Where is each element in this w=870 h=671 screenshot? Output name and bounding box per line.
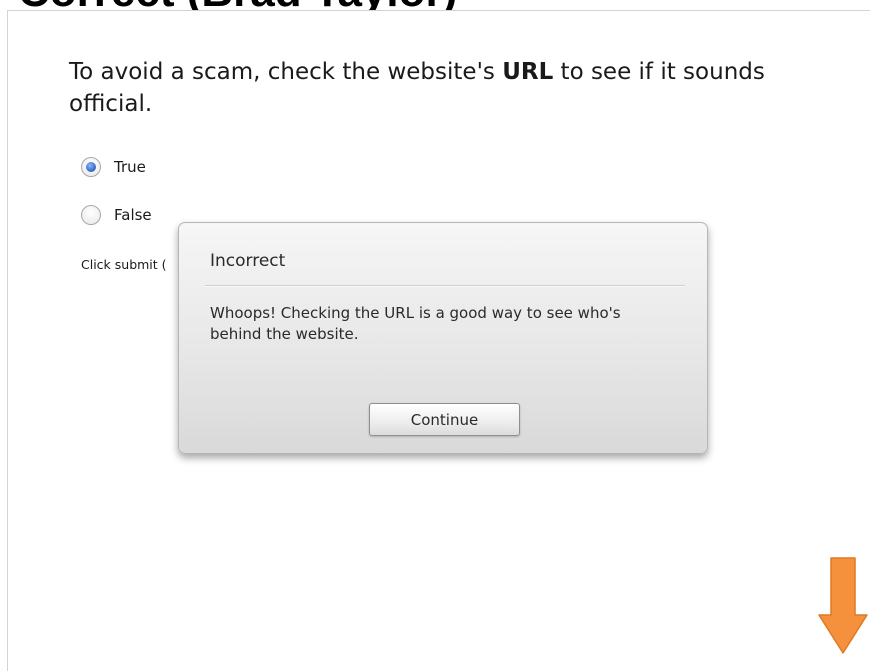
option-true-label: True: [114, 158, 146, 176]
feedback-dialog: Incorrect Whoops! Checking the URL is a …: [178, 222, 708, 454]
submit-hint: Click submit (: [81, 257, 167, 272]
question-text: To avoid a scam, check the website's URL…: [69, 56, 829, 120]
radio-true[interactable]: [81, 157, 101, 177]
question-term: URL: [502, 59, 554, 85]
dialog-divider: [205, 285, 685, 287]
option-true[interactable]: True: [81, 157, 146, 177]
option-false-label: False: [114, 206, 152, 224]
dialog-message: Whoops! Checking the URL is a good way t…: [210, 304, 621, 343]
dialog-title: Incorrect: [210, 251, 286, 271]
continue-button[interactable]: Continue: [369, 403, 520, 436]
radio-false[interactable]: [81, 205, 101, 225]
option-false[interactable]: False: [81, 205, 152, 225]
arrow-down-icon[interactable]: [818, 557, 868, 655]
question-text-start: To avoid a scam, check the website's: [69, 59, 503, 85]
